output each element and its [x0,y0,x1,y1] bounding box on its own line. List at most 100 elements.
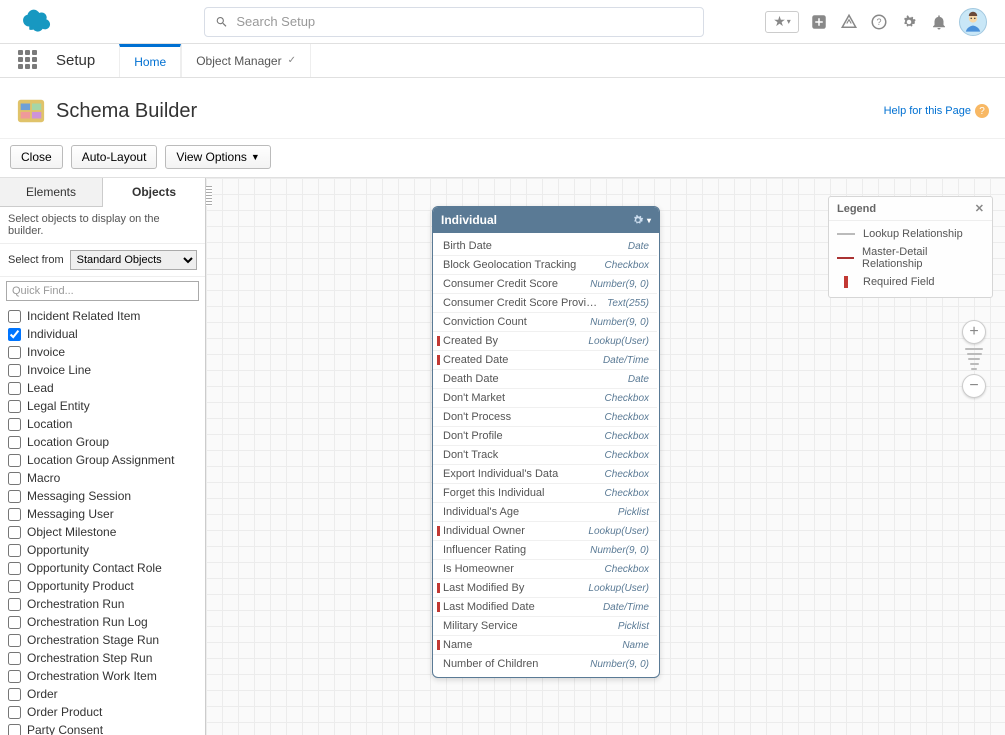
tab-home[interactable]: Home [119,44,181,77]
sidebar-object-item[interactable]: Incident Related Item [0,307,205,325]
favorites-button[interactable]: ★▾ [765,11,799,33]
field-row[interactable]: Death DateDate [433,370,657,389]
object-checkbox[interactable] [8,490,21,503]
trailhead-icon[interactable] [839,12,859,32]
zoom-in-button[interactable]: + [962,320,986,344]
sidebar-object-item[interactable]: Location [0,415,205,433]
sidebar-object-item[interactable]: Orchestration Step Run [0,649,205,667]
field-row[interactable]: Don't ProfileCheckbox [433,427,657,446]
sidebar-tab-elements[interactable]: Elements [0,178,103,206]
sidebar-object-item[interactable]: Invoice Line [0,361,205,379]
field-row[interactable]: Block Geolocation TrackingCheckbox [433,256,657,275]
sidebar-object-item[interactable]: Individual [0,325,205,343]
search-input[interactable] [236,14,693,29]
object-checkbox[interactable] [8,400,21,413]
sidebar-tab-objects[interactable]: Objects [103,178,205,207]
close-button[interactable]: Close [10,145,63,169]
object-checkbox[interactable] [8,364,21,377]
field-row[interactable]: Conviction CountNumber(9, 0) [433,313,657,332]
object-checkbox[interactable] [8,310,21,323]
object-checkbox[interactable] [8,382,21,395]
help-icon[interactable]: ? [869,12,889,32]
object-checkbox[interactable] [8,688,21,701]
field-row[interactable]: Consumer Credit Score Provider NameText(… [433,294,657,313]
app-launcher-icon[interactable] [18,50,40,72]
object-checkbox[interactable] [8,418,21,431]
tab-object-manager[interactable]: Object Manager✓ [181,44,311,77]
sidebar-object-item[interactable]: Messaging User [0,505,205,523]
sidebar-object-item[interactable]: Order [0,685,205,703]
sidebar-object-item[interactable]: Orchestration Run [0,595,205,613]
salesforce-logo[interactable] [18,9,54,35]
quick-find-input[interactable] [6,281,199,301]
sidebar-object-item[interactable]: Opportunity [0,541,205,559]
field-row[interactable]: Don't ProcessCheckbox [433,408,657,427]
user-avatar[interactable] [959,8,987,36]
notifications-icon[interactable] [929,12,949,32]
legend-close-icon[interactable]: ✕ [975,202,984,215]
object-checkbox[interactable] [8,472,21,485]
help-link[interactable]: Help for this Page ? [884,104,989,118]
sidebar-object-item[interactable]: Orchestration Work Item [0,667,205,685]
sidebar-object-item[interactable]: Lead [0,379,205,397]
sidebar-object-item[interactable]: Orchestration Run Log [0,613,205,631]
object-checkbox[interactable] [8,328,21,341]
field-row[interactable]: Created ByLookup(User) [433,332,657,351]
sidebar-object-item[interactable]: Orchestration Stage Run [0,631,205,649]
schema-canvas[interactable]: Individual ▾ Birth DateDateBlock Geoloca… [206,178,1005,735]
global-search[interactable] [204,7,704,37]
object-checkbox[interactable] [8,436,21,449]
sidebar-object-item[interactable]: Messaging Session [0,487,205,505]
field-row[interactable]: Created DateDate/Time [433,351,657,370]
object-checkbox[interactable] [8,544,21,557]
object-card-individual[interactable]: Individual ▾ Birth DateDateBlock Geoloca… [432,206,660,678]
sidebar-object-item[interactable]: Location Group Assignment [0,451,205,469]
sidebar-object-item[interactable]: Opportunity Product [0,577,205,595]
field-row[interactable]: Don't MarketCheckbox [433,389,657,408]
field-row[interactable]: NameName [433,636,657,655]
sidebar-object-item[interactable]: Location Group [0,433,205,451]
object-checkbox[interactable] [8,724,21,735]
object-field-list[interactable]: Birth DateDateBlock Geolocation Tracking… [433,233,659,677]
auto-layout-button[interactable]: Auto-Layout [71,145,158,169]
field-row[interactable]: Don't TrackCheckbox [433,446,657,465]
sidebar-object-item[interactable]: Opportunity Contact Role [0,559,205,577]
field-row[interactable]: Military ServicePicklist [433,617,657,636]
legend-panel[interactable]: Legend ✕ Lookup Relationship Master-Deta… [828,196,993,298]
field-row[interactable]: Forget this IndividualCheckbox [433,484,657,503]
field-row[interactable]: Is HomeownerCheckbox [433,560,657,579]
object-checkbox[interactable] [8,526,21,539]
object-checkbox[interactable] [8,616,21,629]
object-checkbox[interactable] [8,652,21,665]
field-row[interactable]: Individual's AgePicklist [433,503,657,522]
sidebar-object-item[interactable]: Invoice [0,343,205,361]
sidebar-object-item[interactable]: Macro [0,469,205,487]
sidebar-resize-handle[interactable] [206,186,212,206]
add-icon[interactable] [809,12,829,32]
object-list[interactable]: Incident Related ItemIndividualInvoiceIn… [0,305,205,735]
field-row[interactable]: Export Individual's DataCheckbox [433,465,657,484]
object-checkbox[interactable] [8,580,21,593]
object-checkbox[interactable] [8,598,21,611]
field-row[interactable]: Influencer RatingNumber(9, 0) [433,541,657,560]
object-checkbox[interactable] [8,508,21,521]
sidebar-object-item[interactable]: Order Product [0,703,205,721]
field-row[interactable]: Last Modified DateDate/Time [433,598,657,617]
setup-gear-icon[interactable] [899,12,919,32]
object-checkbox[interactable] [8,562,21,575]
zoom-out-button[interactable]: − [962,374,986,398]
field-row[interactable]: Last Modified ByLookup(User) [433,579,657,598]
object-checkbox[interactable] [8,670,21,683]
object-checkbox[interactable] [8,454,21,467]
object-card-menu[interactable]: ▾ [631,213,651,227]
field-row[interactable]: Number of ChildrenNumber(9, 0) [433,655,657,673]
sidebar-object-item[interactable]: Object Milestone [0,523,205,541]
field-row[interactable]: Birth DateDate [433,237,657,256]
field-row[interactable]: Individual OwnerLookup(User) [433,522,657,541]
object-checkbox[interactable] [8,706,21,719]
view-options-button[interactable]: View Options▼ [165,145,270,169]
object-checkbox[interactable] [8,346,21,359]
sidebar-object-item[interactable]: Legal Entity [0,397,205,415]
select-from-dropdown[interactable]: Standard Objects [70,250,197,270]
field-row[interactable]: Consumer Credit ScoreNumber(9, 0) [433,275,657,294]
